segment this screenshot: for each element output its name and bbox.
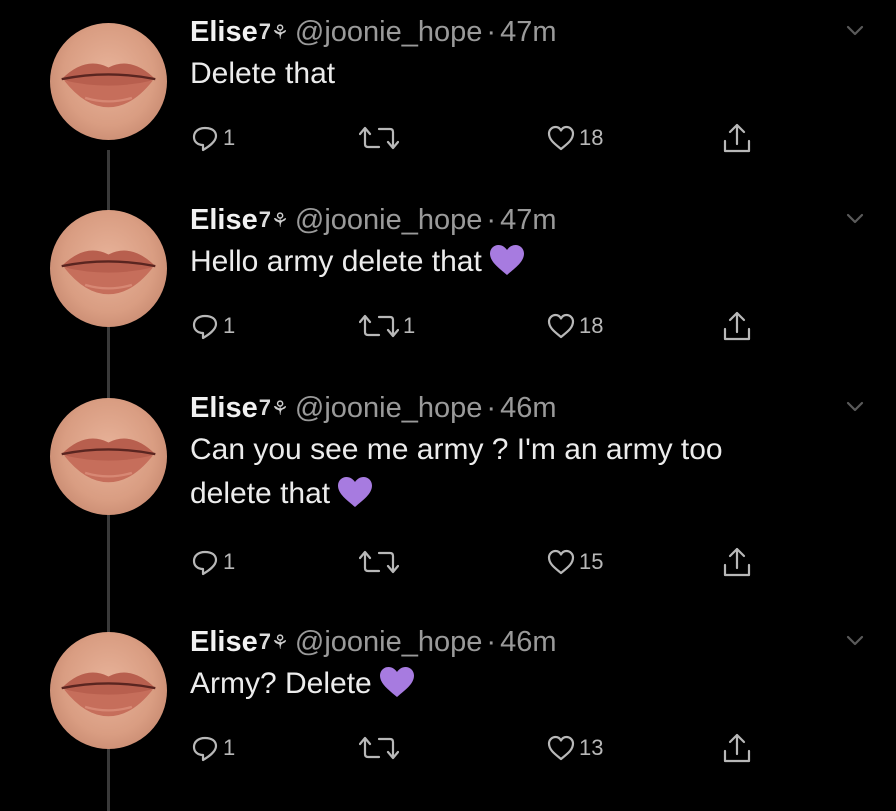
tweet[interactable]: Elise7⚘ @joonie_hope · 47m Delete that 1 18 — [0, 12, 896, 182]
reply-count: 1 — [223, 125, 236, 150]
tweet-actions: 1 1 18 — [0, 306, 896, 346]
tweet-text-content: Can you see me army ? I'm an army too de… — [190, 433, 723, 510]
like-count: 13 — [579, 735, 604, 760]
tweet-text: Army? Delete — [190, 662, 830, 706]
name-badge: 7 — [258, 629, 271, 654]
avatar[interactable] — [50, 398, 167, 515]
rose-icon: ⚘ — [270, 210, 289, 232]
chevron-down-icon[interactable] — [838, 628, 872, 654]
timestamp[interactable]: 47m — [500, 204, 556, 236]
separator-dot: · — [486, 626, 497, 658]
tweet-text: Delete that — [190, 52, 830, 96]
timestamp[interactable]: 46m — [500, 626, 556, 658]
like-count: 15 — [579, 549, 604, 574]
tweet-header: Elise7⚘ @joonie_hope · 46m — [190, 388, 556, 428]
tweet-text-content: Army? Delete — [190, 667, 372, 700]
display-name[interactable]: Elise — [190, 392, 258, 424]
reply-count: 1 — [223, 313, 236, 338]
retweet-icon — [359, 736, 399, 760]
name-badge: 7 — [258, 395, 271, 420]
tweet-text: Hello army delete that — [190, 240, 830, 284]
reply-icon — [192, 736, 218, 762]
share-icon — [723, 547, 751, 577]
retweet-button[interactable] — [359, 728, 403, 768]
like-button[interactable]: 18 — [547, 118, 603, 158]
handle[interactable]: @joonie_hope — [295, 204, 482, 236]
tweet-header: Elise7⚘ @joonie_hope · 46m — [190, 622, 556, 662]
tweet-text-content: Delete that — [190, 57, 336, 90]
purple-heart-emoji-icon — [489, 245, 524, 275]
rose-icon: ⚘ — [270, 22, 289, 44]
tweet-actions: 1 13 — [0, 728, 896, 768]
retweet-button[interactable]: 1 — [359, 306, 415, 346]
retweet-count: 1 — [403, 313, 416, 338]
share-button[interactable] — [722, 306, 752, 346]
rose-icon: ⚘ — [270, 398, 289, 420]
tweet-actions: 1 18 — [0, 118, 896, 158]
chevron-down-icon[interactable] — [838, 18, 872, 44]
like-icon — [547, 735, 575, 761]
share-icon — [723, 733, 751, 763]
display-name[interactable]: Elise — [190, 626, 258, 658]
handle[interactable]: @joonie_hope — [295, 16, 482, 48]
retweet-icon — [359, 550, 399, 574]
retweet-icon — [359, 126, 399, 150]
like-icon — [547, 125, 575, 151]
like-icon — [547, 313, 575, 339]
retweet-icon — [359, 314, 399, 338]
tweet-actions: 1 15 — [0, 542, 896, 582]
retweet-button[interactable] — [359, 542, 403, 582]
tweet[interactable]: Elise7⚘ @joonie_hope · 47m Hello army delet… — [0, 200, 896, 370]
share-button[interactable] — [722, 728, 752, 768]
chevron-down-icon[interactable] — [838, 394, 872, 420]
reply-icon — [192, 126, 218, 152]
purple-heart-emoji-icon — [379, 667, 414, 697]
rose-icon: ⚘ — [270, 632, 289, 654]
reply-count: 1 — [223, 735, 236, 760]
lips-avatar-image — [61, 438, 156, 483]
handle[interactable]: @joonie_hope — [295, 626, 482, 658]
purple-heart-emoji-icon — [338, 477, 373, 507]
reply-icon — [192, 314, 218, 340]
reply-count: 1 — [223, 549, 236, 574]
display-name[interactable]: Elise — [190, 16, 258, 48]
separator-dot: · — [486, 16, 497, 48]
reply-button[interactable]: 1 — [191, 542, 235, 582]
tweet-header: Elise7⚘ @joonie_hope · 47m — [190, 12, 556, 52]
handle[interactable]: @joonie_hope — [295, 392, 482, 424]
separator-dot: · — [486, 392, 497, 424]
tweet-text-content: Hello army delete that — [190, 245, 482, 278]
like-button[interactable]: 15 — [547, 542, 603, 582]
share-icon — [723, 311, 751, 341]
name-badge: 7 — [258, 207, 271, 232]
like-button[interactable]: 18 — [547, 306, 603, 346]
reply-button[interactable]: 1 — [191, 728, 235, 768]
display-name[interactable]: Elise — [190, 204, 258, 236]
timestamp[interactable]: 46m — [500, 392, 556, 424]
timestamp[interactable]: 47m — [500, 16, 556, 48]
tweet-text: Can you see me army ? I'm an army too de… — [190, 428, 810, 516]
tweet-header: Elise7⚘ @joonie_hope · 47m — [190, 200, 556, 240]
reply-icon — [192, 550, 218, 576]
like-button[interactable]: 13 — [547, 728, 603, 768]
share-button[interactable] — [722, 118, 752, 158]
separator-dot: · — [486, 204, 497, 236]
like-count: 18 — [579, 313, 604, 338]
share-icon — [723, 123, 751, 153]
retweet-button[interactable] — [359, 118, 403, 158]
name-badge: 7 — [258, 19, 271, 44]
like-icon — [547, 549, 575, 575]
share-button[interactable] — [722, 542, 752, 582]
like-count: 18 — [579, 125, 604, 150]
tweet[interactable]: Elise7⚘ @joonie_hope · 46m Army? Delete 1 1… — [0, 622, 896, 802]
tweet[interactable]: Elise7⚘ @joonie_hope · 46m Can you see me a… — [0, 388, 896, 598]
reply-button[interactable]: 1 — [191, 118, 235, 158]
chevron-down-icon[interactable] — [838, 206, 872, 232]
reply-button[interactable]: 1 — [191, 306, 235, 346]
